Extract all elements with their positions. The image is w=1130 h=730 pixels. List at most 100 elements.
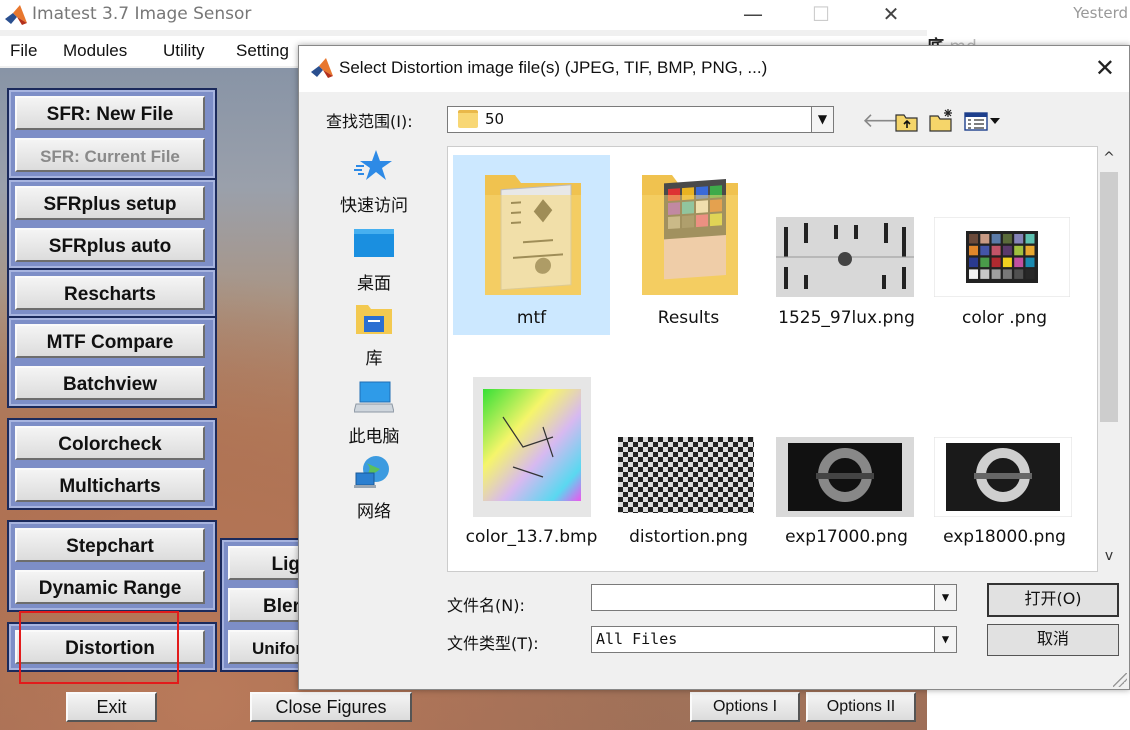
view-menu-icon[interactable]: [964, 112, 1000, 132]
matlab-logo-icon: [311, 58, 333, 78]
color-patch: [980, 234, 990, 244]
scroll-up-icon[interactable]: ^: [1098, 150, 1120, 166]
matlab-logo-icon: [5, 5, 27, 25]
mtf-group: MTF Compare Batchview: [7, 316, 217, 408]
computer-icon: [353, 381, 395, 413]
new-folder-icon[interactable]: [929, 108, 955, 132]
file-item-color[interactable]: color .png: [926, 155, 1083, 335]
place-desktop[interactable]: 桌面: [329, 227, 419, 294]
uniformity-button[interactable]: Unifor: [228, 630, 308, 664]
dynamic-range-button[interactable]: Dynamic Range: [15, 570, 205, 604]
color-patch: [980, 269, 990, 279]
mtf-compare-button[interactable]: MTF Compare: [15, 324, 205, 358]
file-name: distortion.png: [629, 527, 748, 547]
color-patch: [969, 245, 978, 256]
color-patch: [969, 269, 978, 279]
color-group: Colorcheck Multicharts: [7, 418, 217, 510]
place-this-pc[interactable]: 此电脑: [329, 380, 419, 447]
sfrplus-auto-button[interactable]: SFRplus auto: [15, 228, 205, 262]
tone-group: Stepchart Dynamic Range: [7, 520, 217, 612]
file-name: Results: [657, 308, 720, 328]
batchview-button[interactable]: Batchview: [15, 366, 205, 400]
close-main-button[interactable]: ✕: [868, 2, 914, 28]
place-quick-access[interactable]: 快速访问: [329, 149, 419, 216]
file-name: mtf: [516, 308, 547, 328]
red-highlight-annotation: [19, 611, 179, 684]
scroll-down-icon[interactable]: v: [1098, 548, 1120, 564]
look-in-value: 50: [485, 110, 505, 128]
color-patch: [1002, 257, 1012, 268]
place-library[interactable]: 库: [329, 302, 419, 369]
sfrplus-group: SFRplus setup SFRplus auto: [7, 178, 217, 270]
file-item-color_13.7[interactable]: color_13.7.bmp: [453, 377, 610, 557]
look-in-label: 查找范围(I):: [326, 112, 413, 131]
rescharts-button[interactable]: Rescharts: [15, 276, 205, 310]
cancel-button[interactable]: 取消: [987, 624, 1119, 656]
color-patch: [1014, 269, 1024, 279]
step-chart-thumbnail: [934, 437, 1072, 517]
options-1-button[interactable]: Options I: [690, 692, 800, 722]
dialog-close-button[interactable]: ✕: [1095, 54, 1115, 82]
chevron-down-icon[interactable]: ▼: [934, 627, 956, 652]
color-patch: [1014, 234, 1024, 244]
colorcheck-button[interactable]: Colorcheck: [15, 426, 205, 460]
minimize-button[interactable]: —: [730, 2, 776, 28]
filename-input[interactable]: ▼: [591, 584, 957, 611]
exit-button[interactable]: Exit: [66, 692, 157, 722]
main-titlebar: Imatest 3.7 Image Sensor — ☐ ✕: [0, 0, 927, 30]
place-label: 快速访问: [340, 196, 408, 216]
menu-file[interactable]: File: [10, 41, 37, 61]
file-item-exp17000[interactable]: exp17000.png: [768, 377, 925, 557]
file-item-distortion[interactable]: distortion.png: [610, 377, 767, 557]
menu-utility[interactable]: Utility: [163, 41, 205, 61]
place-network[interactable]: 网络: [329, 455, 419, 522]
scroll-thumb[interactable]: [1100, 172, 1118, 422]
file-name: exp17000.png: [785, 527, 908, 547]
folder-icon: [642, 175, 738, 295]
look-in-dropdown[interactable]: 50 ▼: [447, 106, 834, 133]
sfrplus-setup-button[interactable]: SFRplus setup: [15, 186, 205, 220]
file-open-dialog: Select Distortion image file(s) (JPEG, T…: [298, 45, 1130, 690]
options-2-button[interactable]: Options II: [806, 692, 916, 722]
menu-setting[interactable]: Setting: [236, 41, 289, 61]
multicharts-button[interactable]: Multicharts: [15, 468, 205, 502]
color-patch: [991, 245, 1001, 256]
light-falloff-button[interactable]: Lig: [228, 546, 308, 580]
dialog-titlebar: Select Distortion image file(s) (JPEG, T…: [299, 46, 1129, 92]
sfr-current-file-button: SFR: Current File: [15, 138, 205, 172]
step-chart-thumbnail: [776, 437, 914, 517]
resolution-chart-thumbnail: [776, 217, 914, 297]
chevron-down-icon[interactable]: ▼: [811, 107, 833, 132]
color-patch: [1014, 245, 1024, 256]
file-item-exp18000[interactable]: exp18000.png: [926, 377, 1083, 557]
close-figures-button[interactable]: Close Figures: [250, 692, 412, 722]
color-patch: [1025, 269, 1035, 279]
network-globe-icon: [354, 456, 389, 488]
color-patch: [1025, 257, 1035, 268]
color-patch: [1002, 245, 1012, 256]
file-name: 1525_97lux.png: [778, 308, 915, 328]
star-icon: [354, 150, 392, 180]
file-pane-scrollbar[interactable]: ^ v: [1098, 146, 1120, 572]
blemish-button[interactable]: Bler: [228, 588, 308, 622]
sfr-new-file-button[interactable]: SFR: New File: [15, 96, 205, 130]
open-button[interactable]: 打开(O): [987, 583, 1119, 617]
filename-label: 文件名(N):: [447, 596, 525, 615]
resize-grip-icon[interactable]: [1113, 673, 1127, 687]
file-item-results[interactable]: Results: [610, 155, 767, 335]
file-name: color .png: [961, 308, 1048, 328]
date-label: Yesterd: [1073, 4, 1128, 22]
file-item-mtf[interactable]: mtf: [453, 155, 610, 335]
filetype-select[interactable]: All Files ▼: [591, 626, 957, 653]
file-item-1525_97lux[interactable]: 1525_97lux.png: [768, 155, 925, 335]
color-patch: [980, 257, 990, 268]
uniformity-group: Lig Bler Unifor: [220, 538, 308, 672]
color-patch: [991, 257, 1001, 268]
library-icon: [356, 305, 392, 334]
up-folder-icon[interactable]: [895, 110, 919, 132]
desktop-icon: [354, 229, 394, 257]
maximize-button[interactable]: ☐: [798, 2, 844, 28]
stepchart-button[interactable]: Stepchart: [15, 528, 205, 562]
menu-modules[interactable]: Modules: [63, 41, 127, 61]
chevron-down-icon[interactable]: ▼: [934, 585, 956, 610]
